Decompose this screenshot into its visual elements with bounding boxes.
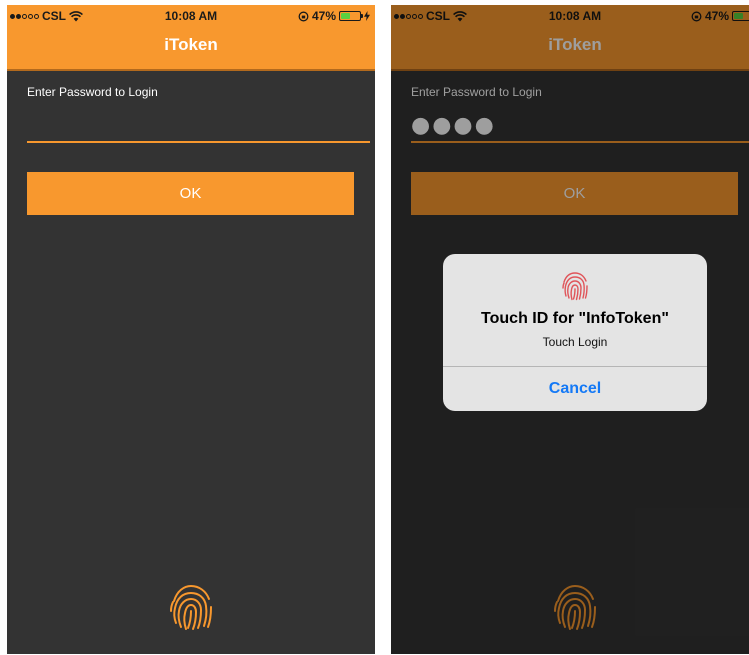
touch-id-alert: Touch ID for "InfoToken" Touch Login Can… bbox=[443, 254, 707, 411]
fingerprint-icon bbox=[170, 584, 212, 630]
nav-divider bbox=[7, 69, 375, 71]
status-right-group: 47% bbox=[298, 9, 370, 23]
charging-bolt-icon bbox=[364, 11, 370, 21]
fingerprint-login-button[interactable] bbox=[165, 581, 217, 633]
touch-id-fingerprint-icon bbox=[562, 272, 588, 301]
cancel-button[interactable]: Cancel bbox=[443, 367, 707, 411]
phone-screen-touchid: CSL 10:08 AM 47% iToken Enter Password t… bbox=[391, 5, 749, 654]
app-title: iToken bbox=[164, 35, 218, 54]
battery-percentage: 47% bbox=[311, 9, 336, 23]
ok-button[interactable]: OK bbox=[27, 172, 354, 215]
status-bar: CSL 10:08 AM 47% bbox=[7, 5, 375, 25]
password-input[interactable] bbox=[27, 109, 370, 143]
password-prompt-label: Enter Password to Login bbox=[27, 85, 158, 99]
alert-message: Touch Login bbox=[542, 335, 608, 349]
battery-icon bbox=[339, 11, 363, 21]
orientation-lock-icon bbox=[298, 11, 309, 21]
phone-screen-login: CSL 10:08 AM 47% iToken Enter Password t… bbox=[7, 5, 375, 654]
navigation-bar: CSL 10:08 AM 47% iToken bbox=[7, 5, 375, 69]
alert-title: Touch ID for "InfoToken" bbox=[481, 310, 669, 327]
